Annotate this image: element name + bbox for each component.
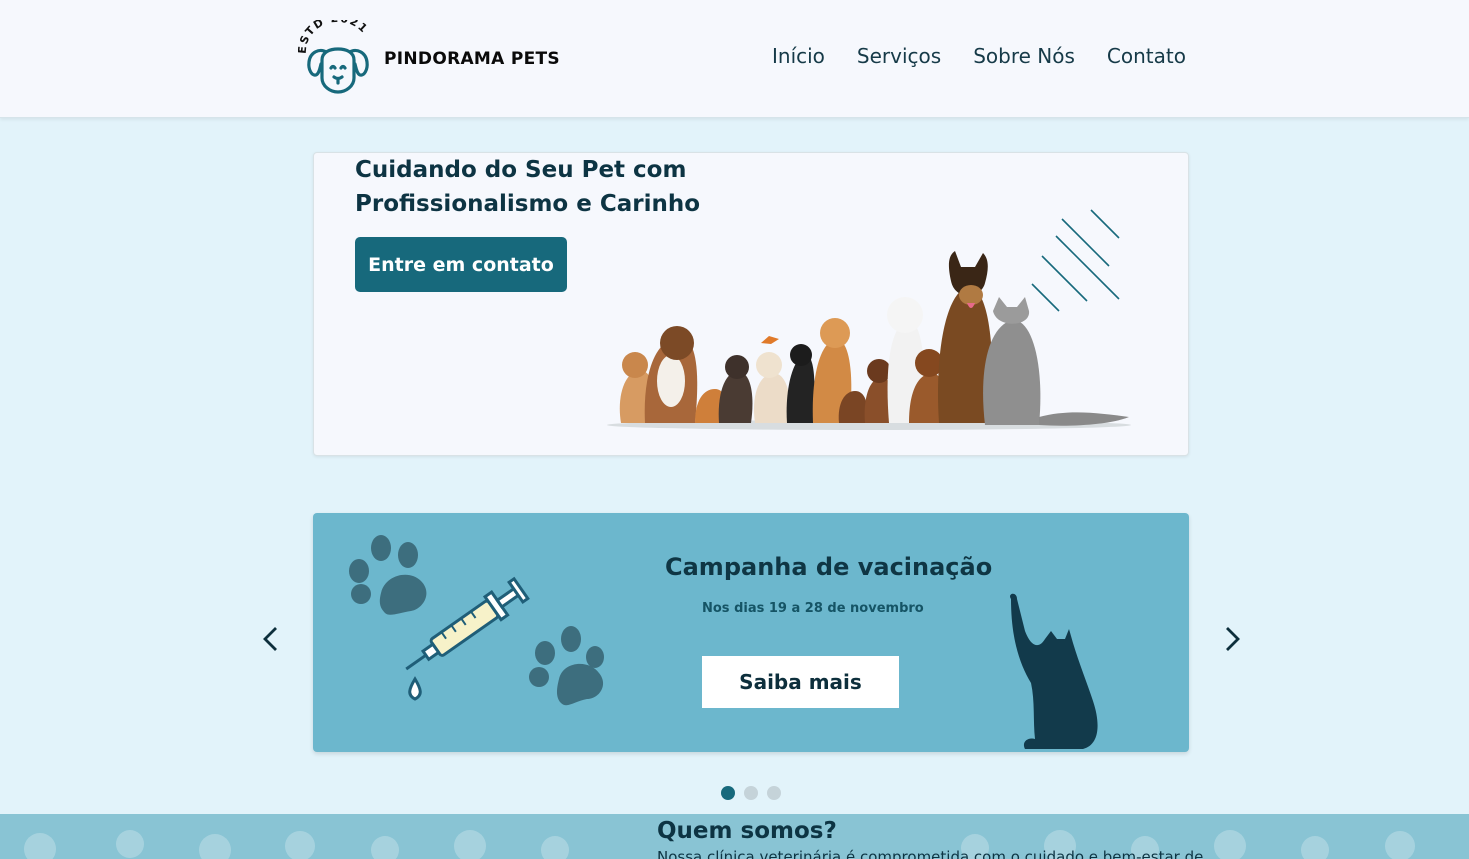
vaccination-campaign-slide: Campanha de vacinação Nos dias 19 a 28 d…	[313, 513, 1189, 752]
carousel-dot-1[interactable]	[721, 786, 735, 800]
carousel-dot-2[interactable]	[744, 786, 758, 800]
carousel-next-arrow-icon[interactable]	[1217, 622, 1245, 656]
puppies-and-kittens	[619, 297, 947, 423]
dog-logo-icon[interactable]: ESTD 2021	[298, 20, 378, 98]
hero-title-line-1: Cuidando do Seu Pet com	[355, 157, 687, 183]
paw-print-icon	[529, 626, 604, 706]
carousel-indicators	[721, 786, 781, 800]
pets-group-illustration	[607, 209, 1131, 430]
about-title: Quem somos?	[657, 818, 837, 844]
about-description: Nossa clínica veterinária é comprometida…	[657, 848, 1204, 859]
about-section: Quem somos? Nossa clínica veterinária é …	[0, 814, 1469, 859]
hero-card: Cuidando do Seu Pet com Profissionalismo…	[313, 152, 1189, 456]
nav-inicio[interactable]: Início	[772, 44, 825, 68]
learn-more-button[interactable]: Saiba mais	[702, 656, 899, 708]
contact-button[interactable]: Entre em contato	[355, 237, 567, 292]
nav-servicos[interactable]: Serviços	[857, 44, 941, 68]
campaign-illustration	[349, 535, 604, 706]
carousel-dot-3[interactable]	[767, 786, 781, 800]
main-nav: Início Serviços Sobre Nós Contato	[772, 44, 1186, 68]
nav-sobre-nos[interactable]: Sobre Nós	[973, 44, 1075, 68]
paw-print-icon	[349, 535, 427, 615]
campaign-title: Campanha de vacinação	[665, 553, 993, 581]
grey-cat	[983, 297, 1129, 426]
nav-contato[interactable]: Contato	[1107, 44, 1186, 68]
site-header: ESTD 2021 PINDORAMA PETS Início Serviços…	[0, 0, 1469, 118]
decorative-lines	[1031, 209, 1120, 312]
carousel-prev-arrow-icon[interactable]	[258, 622, 286, 656]
brand-name[interactable]: PINDORAMA PETS	[384, 49, 560, 69]
campaign-dates: Nos dias 19 a 28 de novembro	[702, 601, 924, 616]
cat-silhouette-icon	[1010, 593, 1098, 749]
